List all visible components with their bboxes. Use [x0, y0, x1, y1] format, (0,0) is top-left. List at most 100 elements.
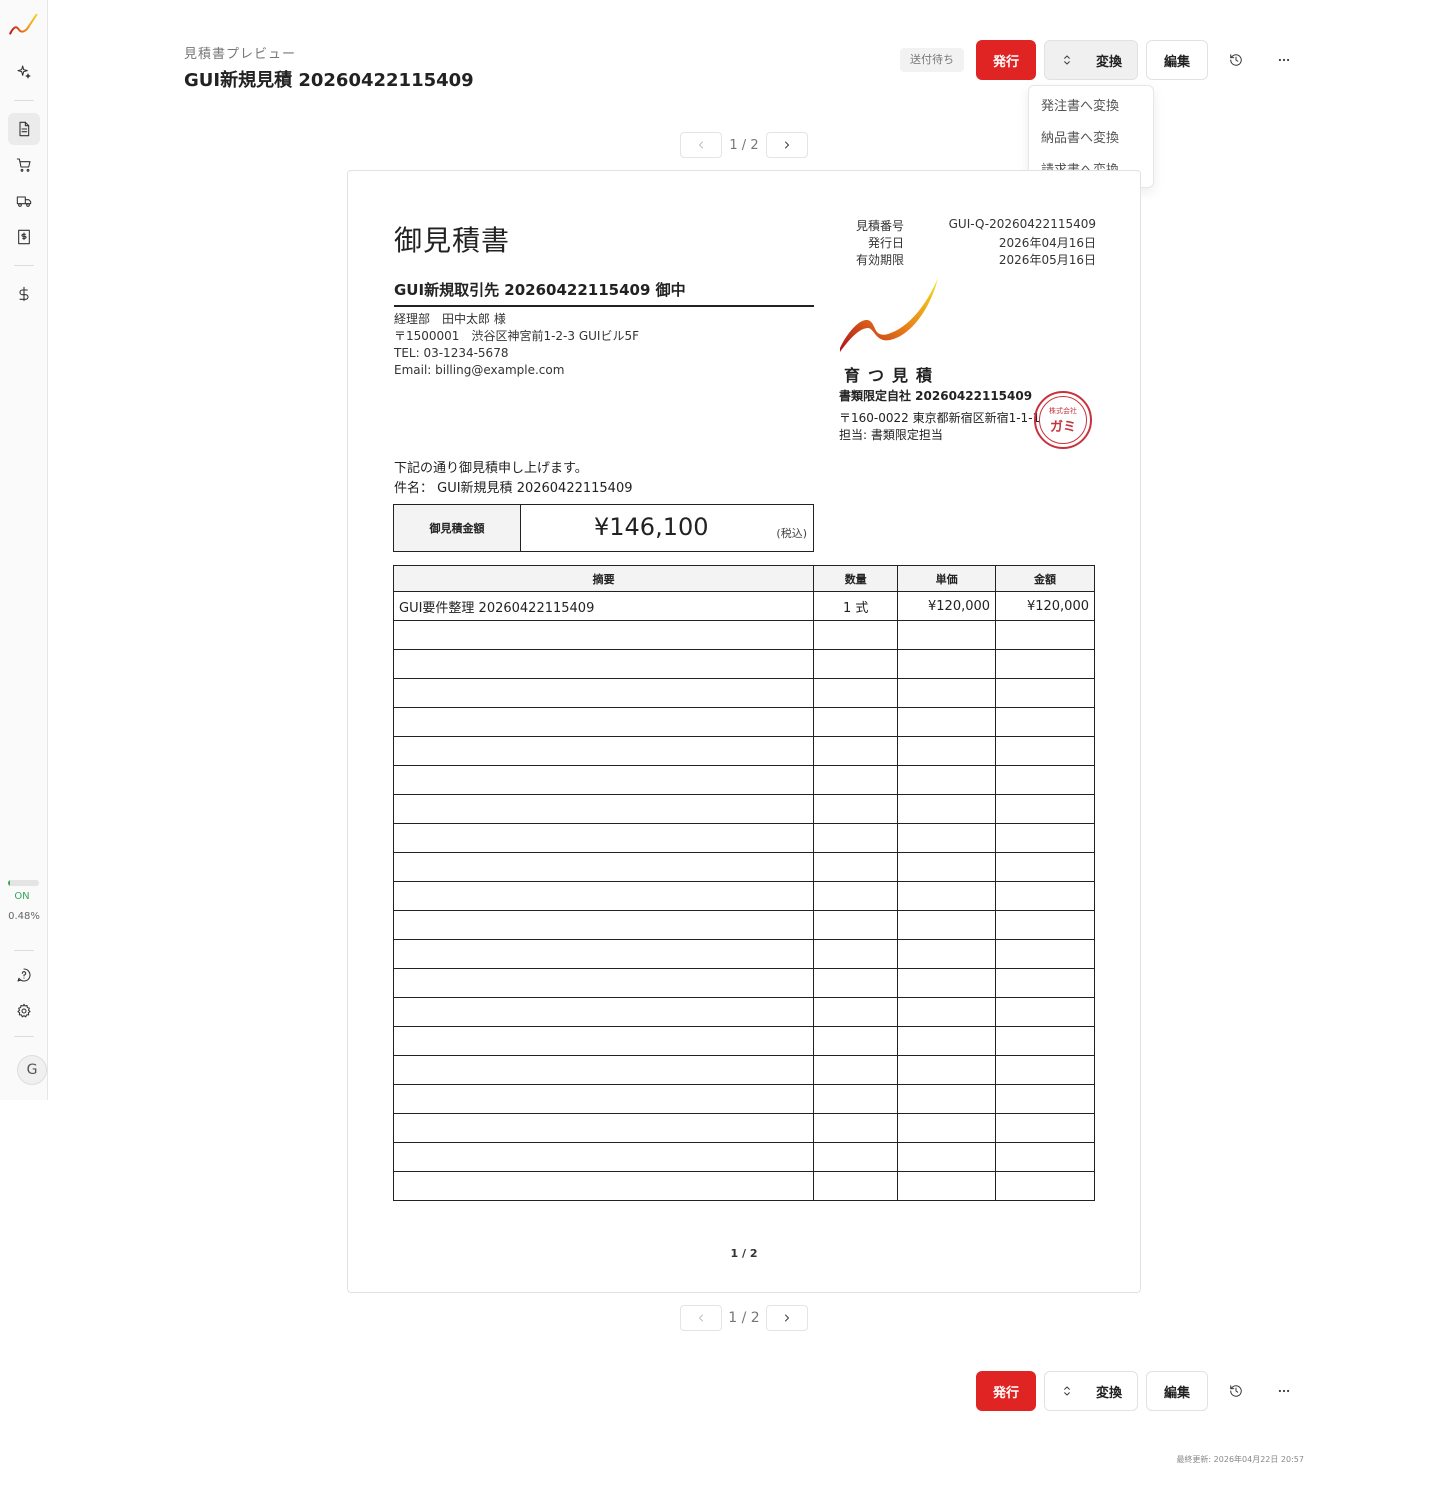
table-cell: [392, 939, 815, 969]
table-cell: [897, 707, 997, 737]
table-cell: [392, 1055, 815, 1085]
meta-row: 有効期限 2026年05月16日: [848, 251, 1096, 268]
brand-name: 育つ見積: [844, 366, 941, 385]
column-header: 数量: [813, 565, 899, 592]
recipient-line: TEL: 03-1234-5678: [394, 346, 509, 360]
document-meta: 見積番号 GUI-Q-20260422115409 発行日 2026年04月16日 …: [848, 217, 1096, 268]
truck-icon[interactable]: [8, 185, 40, 217]
table-cell: [813, 823, 899, 853]
prev-page-button[interactable]: [680, 1305, 722, 1331]
meta-label: 発行日: [867, 236, 904, 250]
issue-button[interactable]: 発行: [976, 1371, 1036, 1411]
chevron-right-icon: [785, 1314, 789, 1322]
history-button[interactable]: [1221, 45, 1251, 75]
table-cell: [813, 649, 899, 679]
history-icon: [1230, 1385, 1242, 1397]
meta-label: 有効期限: [855, 253, 904, 267]
menu-item-delivery-note[interactable]: 納品書へ変換: [1029, 123, 1153, 155]
recipient-name: GUI新規取引先 20260422115409 御中: [394, 279, 814, 307]
help-icon[interactable]: [8, 959, 40, 991]
item-description: GUI要件整理 20260422115409: [392, 591, 815, 621]
table-row: [392, 678, 1095, 708]
avatar[interactable]: G: [17, 1055, 47, 1085]
table-cell: [897, 1084, 997, 1114]
menu-item-purchase-order[interactable]: 発注書へ変換: [1029, 91, 1153, 123]
edit-button[interactable]: 編集: [1146, 1371, 1208, 1411]
table-row: [392, 1055, 1095, 1085]
table-row: [392, 881, 1095, 911]
document-icon[interactable]: [8, 113, 40, 145]
table-cell: [995, 1026, 1095, 1056]
issue-button[interactable]: 発行: [976, 40, 1036, 80]
gear-icon[interactable]: [8, 995, 40, 1027]
table-cell: [897, 1171, 997, 1201]
breadcrumb: 見積書プレビュー: [184, 47, 297, 62]
table-row: [392, 1171, 1095, 1201]
more-button[interactable]: [1269, 1376, 1299, 1406]
column-header: 金額: [995, 565, 1095, 592]
table-cell: [897, 852, 997, 882]
subject-line: 件名： GUI新規見積 20260422115409: [394, 481, 633, 496]
table-cell: [392, 997, 815, 1027]
table-cell: [813, 1171, 899, 1201]
table-cell: [813, 1026, 899, 1056]
table-cell: [897, 736, 997, 766]
table-cell: [995, 910, 1095, 940]
table-cell: [995, 1055, 1095, 1085]
table-cell: [995, 1084, 1095, 1114]
last-updated: 最終更新: 2026年04月22日 20:57: [1176, 1455, 1304, 1464]
invoice-icon[interactable]: [8, 221, 40, 253]
more-button[interactable]: [1269, 45, 1299, 75]
chevron-updown-icon: [1064, 55, 1070, 65]
line-items-table: 摘要 数量 単価 金額 GUI要件整理 20260422115409 1 式 ¥…: [392, 565, 1095, 1201]
table-row: [392, 707, 1095, 737]
sidebar-divider: [14, 265, 34, 266]
tax-note: (税込): [776, 527, 807, 540]
dollar-icon[interactable]: [8, 278, 40, 310]
table-cell: [813, 736, 899, 766]
convert-button[interactable]: 変換: [1044, 1371, 1138, 1411]
prev-page-button[interactable]: [680, 132, 722, 158]
table-cell: [995, 1142, 1095, 1172]
table-cell: [392, 910, 815, 940]
table-cell: [897, 997, 997, 1027]
table-cell: [813, 620, 899, 650]
sparkle-icon[interactable]: [8, 56, 40, 88]
more-icon: [1278, 1389, 1290, 1393]
table-cell: [392, 649, 815, 679]
table-cell: [813, 707, 899, 737]
cart-icon[interactable]: [8, 149, 40, 181]
table-cell: [897, 881, 997, 911]
table-cell: [995, 736, 1095, 766]
company-logo-icon: [840, 278, 938, 352]
table-cell: [813, 939, 899, 969]
more-icon: [1278, 58, 1290, 62]
logo-icon[interactable]: [8, 10, 40, 42]
table-cell: [995, 1171, 1095, 1201]
item-amount: ¥120,000: [995, 591, 1095, 621]
table-cell: [813, 852, 899, 882]
table-row: [392, 997, 1095, 1027]
chevron-left-icon: [699, 1314, 703, 1322]
company-contact: 担当: 書類限定担当: [839, 428, 943, 442]
next-page-button[interactable]: [766, 1305, 808, 1331]
document-title: 御見積書: [394, 224, 511, 257]
table-cell: [897, 939, 997, 969]
table-cell: [995, 881, 1095, 911]
table-cell: [897, 620, 997, 650]
page-indicator: 1 / 2: [728, 1310, 760, 1326]
edit-button[interactable]: 編集: [1146, 40, 1208, 80]
status-on-label: ON: [14, 891, 30, 902]
convert-button-label: 変換: [1095, 1384, 1122, 1400]
document-preview: 御見積書 見積番号 GUI-Q-20260422115409 発行日 2026年04…: [347, 170, 1141, 1293]
history-button[interactable]: [1221, 1376, 1251, 1406]
table-row: [392, 939, 1095, 969]
table-row: [392, 968, 1095, 998]
meta-value: 2026年05月16日: [998, 253, 1096, 267]
meta-row: 発行日 2026年04月16日: [848, 234, 1096, 251]
convert-button[interactable]: 変換: [1044, 40, 1138, 80]
table-row: [392, 910, 1095, 940]
next-page-button[interactable]: [766, 132, 808, 158]
table-cell: [897, 1026, 997, 1056]
table-cell: [995, 794, 1095, 824]
